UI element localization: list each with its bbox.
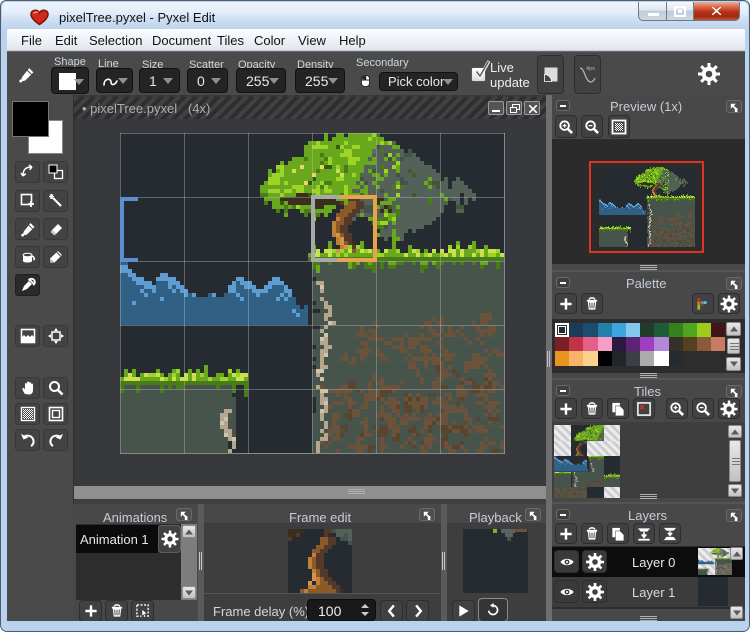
- svg-text:4px: 4px: [586, 66, 595, 72]
